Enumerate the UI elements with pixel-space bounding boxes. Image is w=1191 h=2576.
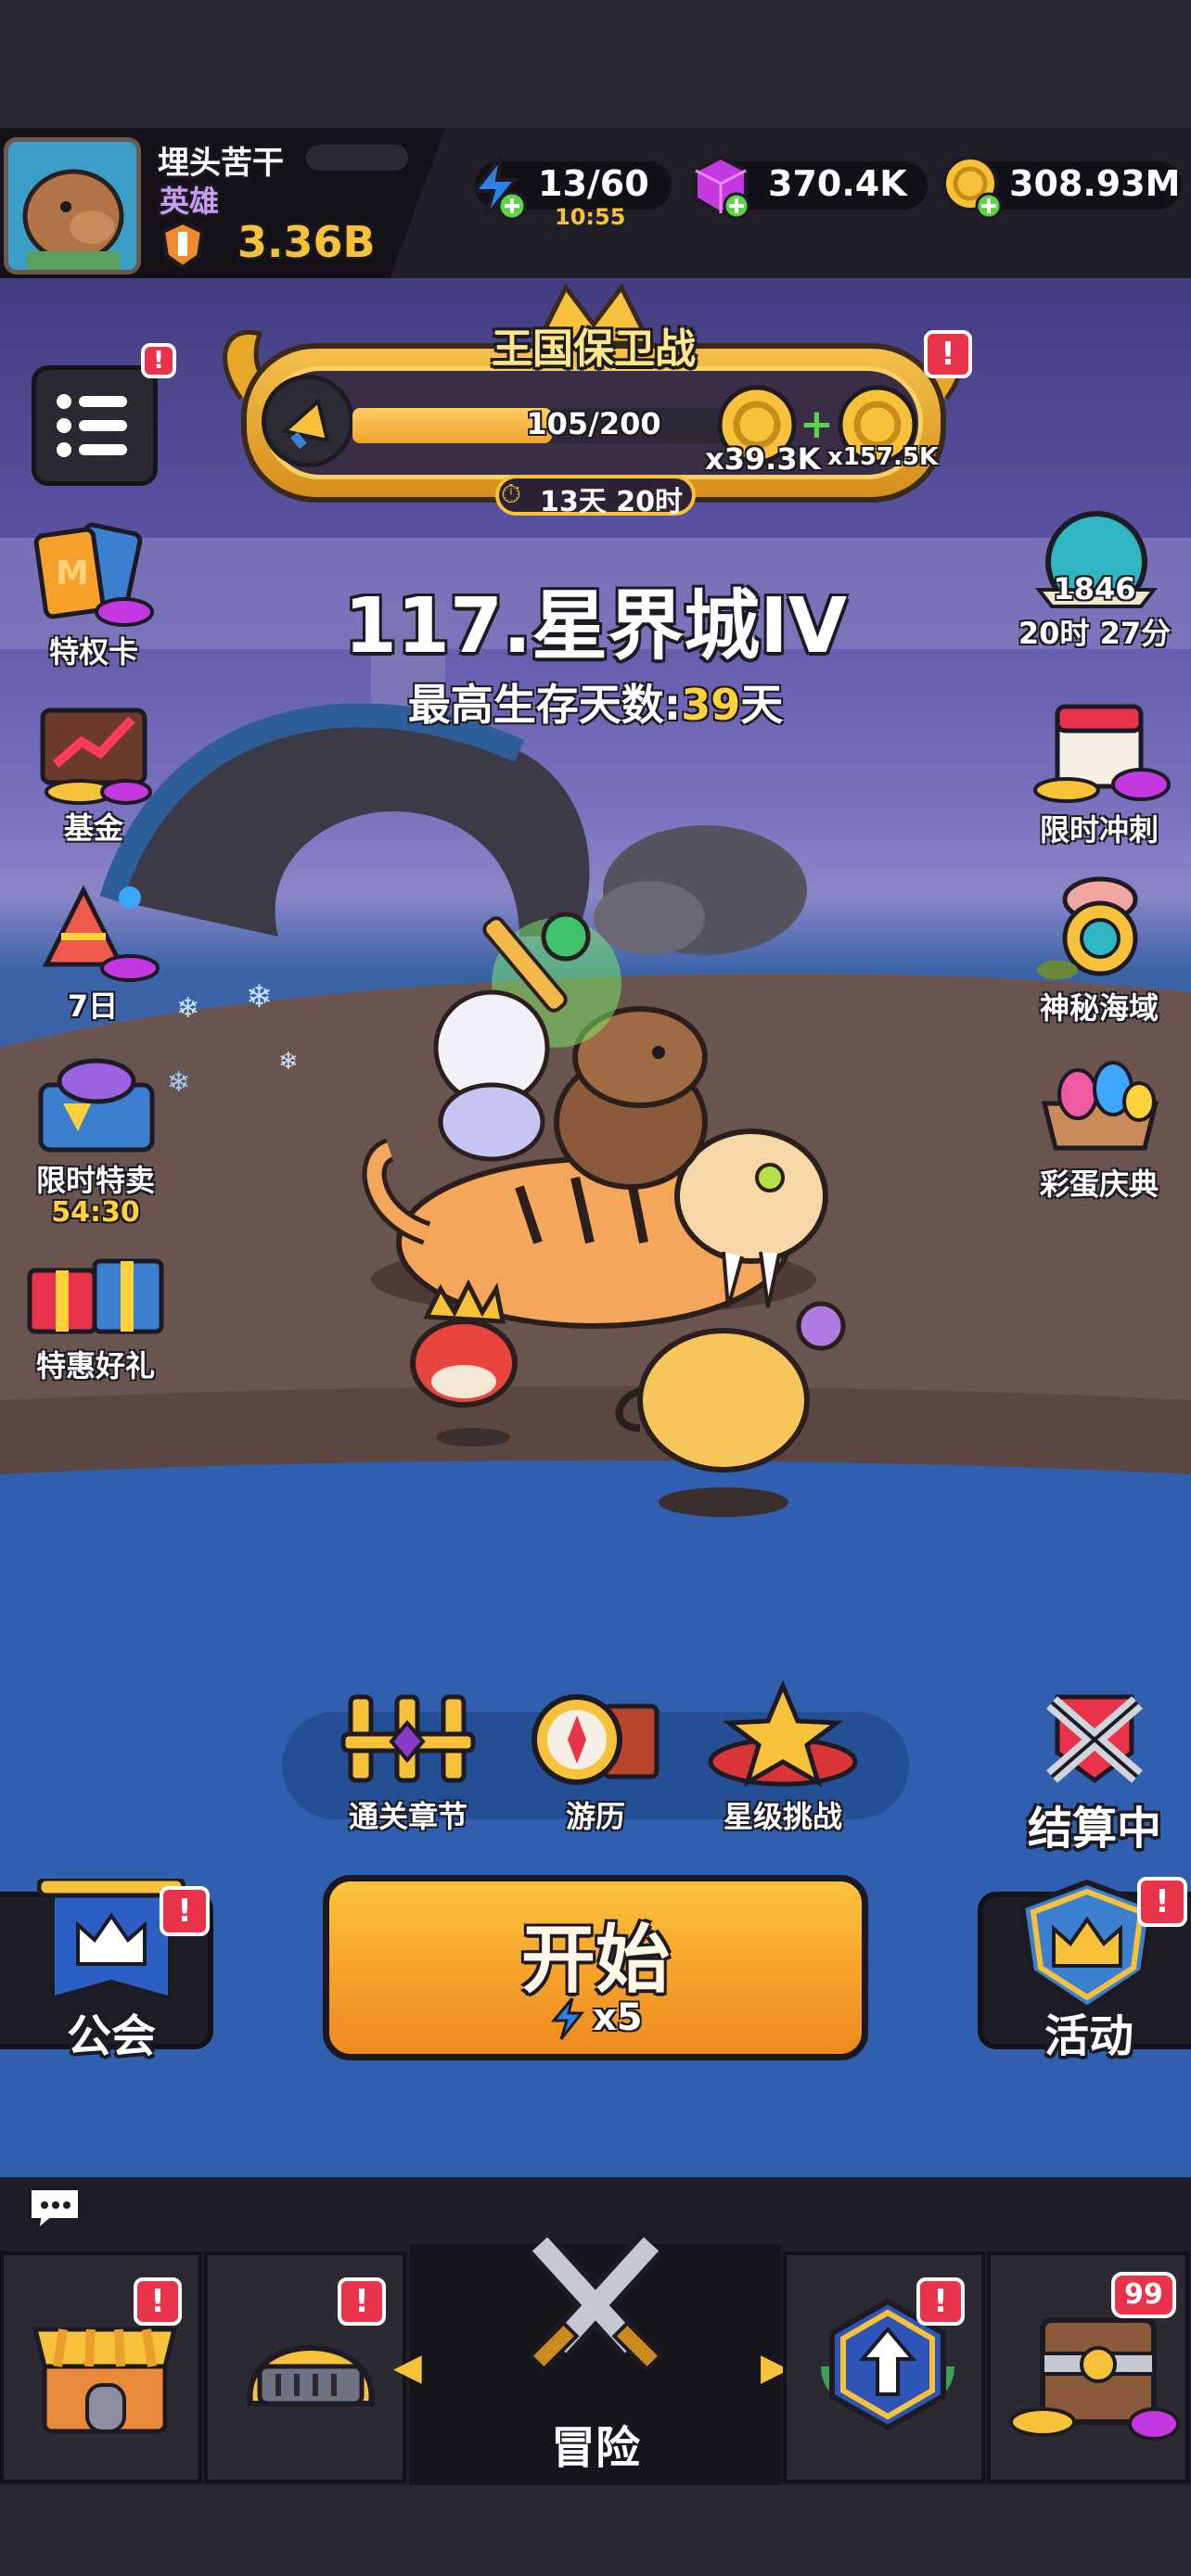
nav-equipment[interactable]: ! <box>204 2251 406 2483</box>
kingdom-alert-badge: ! <box>924 330 972 378</box>
nav-adventure[interactable]: 冒险 <box>410 2233 781 2485</box>
privilege-card-icon: M <box>33 522 154 627</box>
snowflake-icon: ❄ <box>278 1048 299 1076</box>
privilege-card-label: 特权卡 <box>48 634 138 670</box>
start-label: 开始 <box>521 1917 670 2003</box>
nav-upgrade[interactable]: ! <box>783 2251 985 2483</box>
flash-sale-icon <box>38 1058 155 1153</box>
snowflake-icon: ❄ <box>246 978 273 1015</box>
coins-value: 308.93M <box>1009 163 1181 204</box>
player-avatar[interactable] <box>4 137 141 274</box>
calendar-sprint-icon <box>1033 704 1171 803</box>
energy-value: 13/60 <box>538 163 649 204</box>
star-challenge-icon <box>708 1679 858 1788</box>
gems-value: 370.4K <box>768 163 907 204</box>
activity-alert-badge: ! <box>1137 1877 1187 1927</box>
seven-day-party-icon <box>42 885 160 982</box>
chapter-gate-icon <box>340 1694 476 1783</box>
flash-sale-button[interactable]: 限时特卖 54:30 <box>17 1048 174 1233</box>
reward-2-amount: x157.5K <box>827 443 939 471</box>
nav-left-arrow-icon[interactable]: ◀ <box>393 2346 422 2389</box>
special-gift-label: 特惠好礼 <box>35 1348 155 1384</box>
player-rank: 英雄 <box>160 184 220 219</box>
capybara-avatar-icon <box>8 142 136 270</box>
shop-alert-badge: ! <box>134 2277 182 2326</box>
crossed-swords-icon <box>528 2233 663 2372</box>
upgrade-alert-badge: ! <box>916 2277 965 2326</box>
reward-1-amount: x39.3K <box>705 441 821 477</box>
energy-timer: 10:55 <box>555 204 626 230</box>
survival-line: 最高生存天数:39天 <box>0 671 1191 733</box>
nav-chest[interactable]: 99 <box>987 2251 1189 2483</box>
kingdom-timer: 13天 20时 <box>540 486 683 518</box>
crowned-pet <box>410 1280 518 1408</box>
easter-egg-label: 彩蛋庆典 <box>1039 1167 1159 1202</box>
snowflake-icon: ❄ <box>176 992 200 1025</box>
guild-label: 公会 <box>66 2010 156 2062</box>
journey-button[interactable]: 游历 <box>512 1688 679 1836</box>
star-challenge-button[interactable]: 星级挑战 <box>699 1679 866 1838</box>
mystery-sea-button[interactable]: 神秘海域 <box>1020 872 1178 1029</box>
flash-sale-label: 限时特卖 <box>35 1163 155 1198</box>
fund-chart-icon <box>40 708 152 805</box>
start-button[interactable]: 开始 x5 <box>323 1875 868 2060</box>
activity-label: 活动 <box>1044 2010 1133 2062</box>
chapter-label: 通关章节 <box>348 1799 467 1834</box>
chat-bubble-icon[interactable] <box>22 2181 87 2237</box>
mystery-sea-icon <box>1037 876 1138 979</box>
star-challenge-label: 星级挑战 <box>723 1799 842 1834</box>
nav-adventure-label: 冒险 <box>550 2422 640 2474</box>
gold-coin-icon[interactable] <box>939 152 1007 221</box>
world-event-value: 1846 <box>1053 571 1136 606</box>
stopwatch-icon: ⏱ <box>501 478 521 509</box>
purple-gem-icon[interactable] <box>686 152 755 221</box>
world-event-button[interactable]: 1846 20时 27分 <box>1011 506 1178 655</box>
survival-days: 39 <box>681 680 741 730</box>
gift-box-icon <box>27 1258 164 1334</box>
name-bar-decoration <box>306 145 408 171</box>
player-power: 3.36B <box>237 217 376 267</box>
easter-egg-button[interactable]: 彩蛋庆典 <box>1020 1048 1178 1205</box>
seven-day-button[interactable]: 7日 <box>19 872 167 1029</box>
journey-label: 游历 <box>565 1799 625 1834</box>
list-menu-icon <box>57 394 127 457</box>
survival-label: 最高生存天数: <box>407 680 682 730</box>
menu-button[interactable] <box>32 365 158 486</box>
chest-count-badge: 99 <box>1111 2272 1176 2318</box>
energy-lightning-icon[interactable] <box>464 154 529 221</box>
special-gift-button[interactable]: 特惠好礼 <box>17 1233 174 1391</box>
menu-alert-badge: ! <box>141 343 176 378</box>
limited-sprint-button[interactable]: 限时冲刺 <box>1020 694 1178 851</box>
crossed-swords-shield-icon <box>1046 1694 1143 1784</box>
horn-icon <box>262 375 354 467</box>
start-cost: x5 <box>593 1996 643 2039</box>
world-event-timer: 20时 27分 <box>1018 616 1172 651</box>
compass-book-icon <box>531 1694 660 1785</box>
guild-alert-badge: ! <box>160 1886 210 1936</box>
flash-sale-timer: 54:30 <box>51 1196 140 1229</box>
fund-button[interactable]: 基金 <box>24 695 163 853</box>
privilege-card-button[interactable]: M 特权卡 <box>24 519 163 677</box>
bottom-safe-area <box>0 2485 1191 2576</box>
player-name: 埋头苦干 <box>158 145 284 182</box>
svg-text:M: M <box>56 555 89 593</box>
kingdom-progress-text: 105/200 <box>526 406 661 441</box>
energy-lightning-icon <box>548 1996 585 2041</box>
mystery-sea-label: 神秘海域 <box>1039 990 1159 1026</box>
nav-shop[interactable]: ! <box>0 2251 202 2483</box>
settlement-button[interactable]: 结算中 <box>1002 1688 1187 1855</box>
survival-unit: 天 <box>740 680 784 730</box>
easter-egg-basket-icon <box>1041 1061 1159 1151</box>
seven-day-label: 7日 <box>67 988 119 1024</box>
fund-label: 基金 <box>63 810 123 846</box>
equipment-alert-badge: ! <box>338 2277 386 2326</box>
limited-sprint-label: 限时冲刺 <box>1039 812 1159 848</box>
elephant-pet <box>615 1301 846 1473</box>
settlement-label: 结算中 <box>1027 1803 1161 1855</box>
kingdom-event-title: 王国保卫战 <box>492 325 696 373</box>
chapter-button[interactable]: 通关章节 <box>325 1688 492 1836</box>
power-icon <box>158 219 208 270</box>
